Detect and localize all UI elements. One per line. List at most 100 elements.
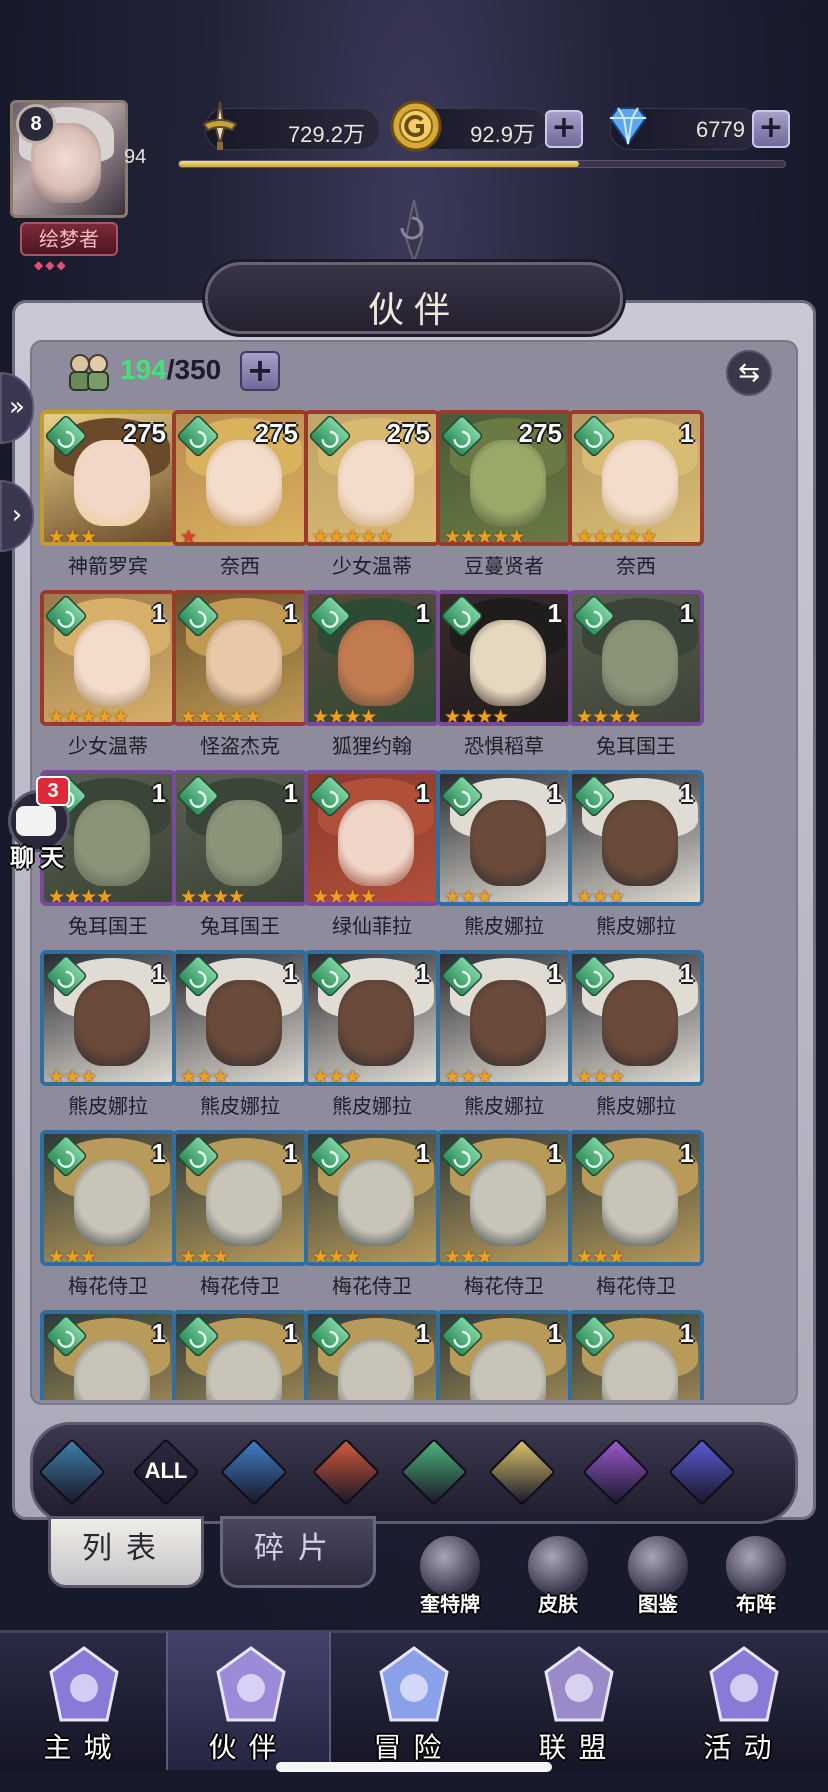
companion-level: 275: [386, 418, 430, 448]
add-gems-button[interactable]: +: [752, 110, 790, 148]
codex-label: 图鉴: [638, 1592, 678, 1616]
companion-level: 1: [283, 598, 298, 628]
star-icon: ★: [576, 886, 593, 906]
star-icon: ★: [80, 706, 97, 726]
nav-alliance[interactable]: 联盟: [496, 1632, 661, 1770]
light-element-icon: [488, 1438, 556, 1506]
companion-card[interactable]: 1 ★★★ 梅花侍卫: [172, 1130, 308, 1298]
companion-card[interactable]: 1 ★★★ 梅花侍卫: [304, 1130, 440, 1298]
companion-card[interactable]: 1 ★★★ 熊皮娜拉: [436, 770, 572, 938]
formation-button[interactable]: 布阵: [716, 1534, 796, 1624]
companion-stars: ★★★: [48, 526, 97, 542]
star-icon: ★: [608, 1066, 625, 1086]
player-level-badge: 8: [16, 104, 56, 144]
nav-castle[interactable]: 主城: [1, 1632, 166, 1770]
star-icon: ★: [328, 1246, 345, 1266]
companion-card[interactable]: 1: [40, 1310, 176, 1400]
companion-name: 熊皮娜拉: [464, 1094, 544, 1118]
companion-card[interactable]: 1: [436, 1310, 572, 1400]
companion-card[interactable]: 1: [172, 1310, 308, 1400]
filter-wind[interactable]: [400, 1438, 468, 1506]
portrait-face: [602, 440, 678, 526]
tab-list[interactable]: 列表: [48, 1516, 204, 1588]
codex-button[interactable]: 图鉴: [618, 1534, 698, 1624]
companion-level: 275: [518, 418, 562, 448]
companion-level: 1: [151, 1318, 166, 1348]
portrait-face: [74, 980, 150, 1066]
companion-card[interactable]: 1 ★★★★ 恐惧稻草: [436, 590, 572, 758]
filter-cosmos[interactable]: [668, 1438, 736, 1506]
filter-all[interactable]: ALL: [132, 1438, 200, 1506]
castle-icon: [49, 1646, 119, 1722]
companion-portrait: 1: [436, 1310, 572, 1400]
companion-card[interactable]: 1: [568, 1310, 704, 1400]
nav-label: 冒险: [373, 1731, 454, 1764]
companion-card[interactable]: 1 ★★★★ 狐狸约翰: [304, 590, 440, 758]
companion-card[interactable]: 1 ★★★ 梅花侍卫: [40, 1130, 176, 1298]
star-icon: ★: [312, 886, 329, 906]
star-icon: ★: [576, 526, 593, 546]
gold-coin-icon: [390, 100, 442, 152]
companion-card[interactable]: 1 ★★★ 熊皮娜拉: [40, 950, 176, 1118]
companion-card[interactable]: 275 ★★★★★ 豆蔓贤者: [436, 410, 572, 578]
companion-portrait: 1 ★★★★★: [568, 410, 704, 546]
star-icon: ★: [312, 1066, 329, 1086]
companion-card[interactable]: 1 ★★★★★ 奈西: [568, 410, 704, 578]
companion-card[interactable]: 1 ★★★ 熊皮娜拉: [436, 950, 572, 1118]
filter-light[interactable]: [488, 1438, 556, 1506]
companion-portrait: 275 ★★★★★: [304, 410, 440, 546]
star-icon: ★: [624, 526, 641, 546]
nav-events[interactable]: 活动: [661, 1632, 826, 1770]
companion-stars: ★★★★: [312, 706, 377, 722]
cards-button[interactable]: 奎特牌: [410, 1534, 490, 1624]
companion-card[interactable]: 1 ★★★★★ 怪盗杰克: [172, 590, 308, 758]
portrait-face: [470, 980, 546, 1066]
filter-fire[interactable]: [312, 1438, 380, 1506]
companion-stars: ★★★: [312, 1066, 361, 1086]
player-title-badge[interactable]: 绘梦者: [20, 222, 118, 256]
companion-card[interactable]: 275 ★ 奈西: [172, 410, 308, 578]
companion-card[interactable]: 1 ★★★★ 绿仙菲拉: [304, 770, 440, 938]
companion-card[interactable]: 1 ★★★ 梅花侍卫: [436, 1130, 572, 1298]
filter-water[interactable]: [220, 1438, 288, 1506]
companion-portrait: 1 ★★★: [172, 950, 308, 1086]
companion-card[interactable]: 1 ★★★★★ 少女温蒂: [40, 590, 176, 758]
companion-stars: ★★★★★: [48, 706, 129, 726]
companion-card[interactable]: 1 ★★★ 熊皮娜拉: [568, 770, 704, 938]
nav-adventure[interactable]: 冒险: [331, 1632, 496, 1770]
star-icon: ★: [180, 706, 197, 726]
companion-stars: ★★★: [180, 1066, 229, 1082]
companion-portrait: 1 ★★★: [568, 770, 704, 906]
companion-card[interactable]: 1 ★★★ 熊皮娜拉: [568, 950, 704, 1118]
star-icon: ★: [64, 1246, 81, 1266]
filter-moon[interactable]: [582, 1438, 650, 1506]
companion-stars: ★★★★: [444, 706, 509, 722]
cosmos-element-icon: [668, 1438, 736, 1506]
companion-level: 1: [679, 778, 694, 808]
star-icon: ★: [212, 1246, 229, 1266]
roster-current: 194: [120, 354, 167, 385]
companion-card[interactable]: 1: [304, 1310, 440, 1400]
companion-stars: ★★★★★: [444, 526, 525, 542]
companion-card[interactable]: 1 ★★★★ 兔耳国王: [568, 590, 704, 758]
star-icon: ★: [460, 1066, 477, 1086]
companion-card[interactable]: 1 ★★★ 熊皮娜拉: [172, 950, 308, 1118]
companion-card[interactable]: 1 ★★★ 梅花侍卫: [568, 1130, 704, 1298]
tab-shards[interactable]: 碎片: [220, 1516, 376, 1588]
companion-card[interactable]: 1 ★★★★ 兔耳国王: [172, 770, 308, 938]
sort-swap-button[interactable]: ⇆: [726, 350, 772, 396]
star-icon: ★: [180, 886, 197, 906]
expand-roster-button[interactable]: +: [240, 351, 280, 391]
companion-name: 梅花侍卫: [464, 1274, 544, 1298]
companion-card[interactable]: 1 ★★★ 熊皮娜拉: [304, 950, 440, 1118]
nav-companions[interactable]: 伙伴: [166, 1632, 331, 1770]
star-icon: ★: [196, 886, 213, 906]
companion-card[interactable]: 275 ★★★ 神箭罗宾: [40, 410, 176, 578]
add-gold-button[interactable]: +: [545, 110, 583, 148]
star-icon: ★: [64, 706, 81, 726]
filter-class[interactable]: [38, 1438, 106, 1506]
skins-label: 皮肤: [538, 1592, 578, 1616]
skins-button[interactable]: 皮肤: [518, 1534, 598, 1624]
companion-level: 1: [151, 958, 166, 988]
companion-card[interactable]: 275 ★★★★★ 少女温蒂: [304, 410, 440, 578]
